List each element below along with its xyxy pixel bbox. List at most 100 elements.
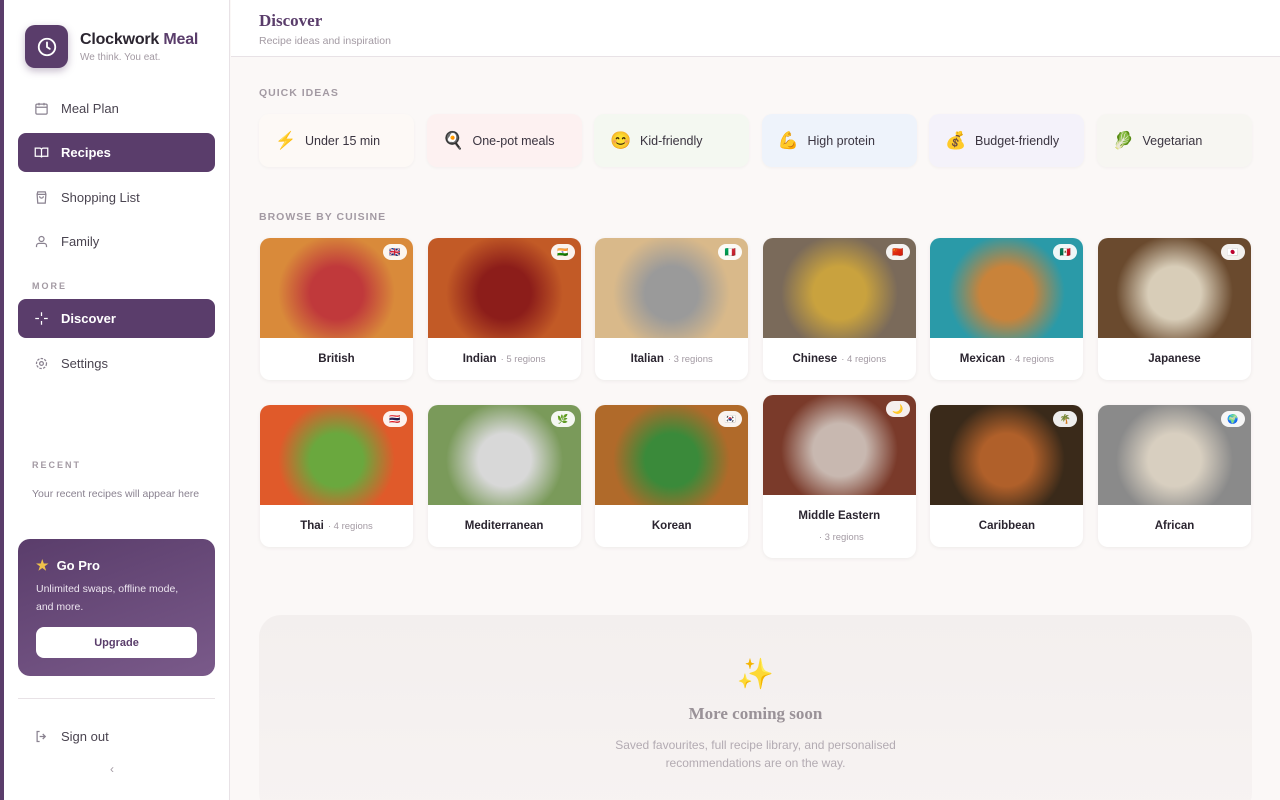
cuisine-image: 🇮🇹 — [595, 238, 749, 338]
cuisine-name: Korean — [651, 520, 692, 532]
cuisine-name: Italian — [630, 353, 664, 365]
flag-icon: 🇨🇳 — [885, 244, 910, 260]
coming-soon-title: More coming soon — [688, 704, 823, 723]
quick-idea-chip[interactable]: ⚡ Under 15 min — [259, 114, 414, 167]
quick-idea-label: Vegetarian — [1142, 133, 1203, 148]
quick-idea-label: High protein — [807, 133, 875, 148]
cuisine-image: 🇮🇳 — [427, 238, 581, 338]
shopping-bag-icon — [33, 190, 49, 206]
quick-idea-label: One-pot meals — [472, 133, 555, 148]
flag-icon: 🌍 — [1221, 411, 1245, 427]
flag-icon: 🇰🇷 — [718, 411, 743, 427]
sidebar-item-settings[interactable]: Settings — [18, 344, 215, 383]
cuisine-name: Middle Eastern — [798, 509, 881, 522]
upgrade-button[interactable]: Upgrade — [36, 627, 197, 658]
quick-idea-chip[interactable]: 🥬 Vegetarian — [1096, 114, 1252, 167]
brand[interactable]: Clockwork Meal We think. You eat. — [25, 25, 198, 68]
cuisine-region-count: · 4 regions — [841, 353, 887, 365]
cuisine-region-count: · 5 regions — [500, 353, 546, 365]
cuisine-image: 🌍 — [1098, 405, 1251, 505]
sidebar-item-label: Shopping List — [61, 190, 140, 205]
collapse-sidebar-button[interactable]: ‹ — [110, 762, 114, 776]
quick-idea-chip[interactable]: 💰 Budget-friendly — [929, 114, 1084, 167]
sidebar-item-shopping-list[interactable]: Shopping List — [18, 178, 215, 217]
cuisine-card[interactable]: 🇲🇽 Mexican · 4 regions — [930, 238, 1084, 380]
recent-section-label: RECENT — [32, 460, 82, 470]
cuisine-name: Indian — [462, 353, 497, 365]
cuisine-name: Mediterranean — [464, 520, 544, 532]
cuisine-image: 🇬🇧 — [260, 238, 413, 338]
sidebar-item-recipes[interactable]: Recipes — [18, 133, 215, 172]
sidebar: Clockwork Meal We think. You eat. Meal P… — [4, 0, 230, 800]
sidebar-item-label: Settings — [61, 356, 108, 371]
coming-soon-panel: ✨ More coming soon Saved favourites, ful… — [259, 615, 1252, 800]
cuisine-region-count: · 3 regions — [667, 353, 713, 365]
frying-pan-icon: 🍳 — [442, 130, 464, 150]
flag-icon: 🇯🇵 — [1221, 244, 1245, 260]
flexed-arm-icon: 💪 — [777, 130, 799, 150]
cuisine-card[interactable]: 🇮🇳 Indian · 5 regions — [427, 238, 581, 380]
cuisine-card[interactable]: 🇯🇵 Japanese — [1098, 238, 1251, 380]
quick-idea-chip[interactable]: 🍳 One-pot meals — [426, 114, 582, 167]
family-icon — [33, 234, 49, 250]
sidebar-item-discover[interactable]: Discover — [18, 299, 215, 338]
flag-icon: 🌴 — [1053, 411, 1078, 427]
sign-out-icon — [33, 729, 49, 745]
sidebar-divider — [18, 698, 215, 699]
app-tagline: We think. You eat. — [80, 51, 161, 63]
cuisine-card[interactable]: 🌍 African — [1098, 405, 1251, 547]
flag-icon: 🇮🇹 — [718, 244, 743, 260]
flag-icon: 🌿 — [550, 411, 575, 427]
cuisine-image: 🇹🇭 — [260, 405, 413, 505]
go-pro-title: Go Pro — [56, 558, 100, 573]
cuisine-region-count: · 3 regions — [818, 531, 864, 543]
cuisine-image: 🌙 — [762, 395, 916, 495]
sparkle-icon — [33, 311, 49, 327]
cuisine-card[interactable]: 🇮🇹 Italian · 3 regions — [595, 238, 749, 380]
page-title: Discover — [259, 11, 323, 30]
recent-empty-note: Your recent recipes will appear here — [32, 488, 200, 500]
clock-logo-icon — [25, 25, 68, 68]
browse-by-cuisine-label: BROWSE BY CUISINE — [259, 211, 387, 223]
flag-icon: 🇮🇳 — [550, 244, 575, 260]
more-section-label: MORE — [32, 281, 67, 291]
leafy-green-icon: 🥬 — [1112, 130, 1134, 150]
quick-idea-label: Under 15 min — [305, 133, 381, 148]
gear-icon — [33, 356, 49, 372]
go-pro-card: ★ Go Pro Unlimited swaps, offline mode, a… — [18, 539, 215, 676]
go-pro-description: Unlimited swaps, offline mode, and more. — [36, 583, 179, 613]
sidebar-item-label: Meal Plan — [61, 101, 119, 116]
cuisine-card[interactable]: 🇹🇭 Thai · 4 regions — [260, 405, 413, 547]
cuisine-card[interactable]: 🌴 Caribbean — [930, 405, 1084, 547]
smile-icon: 😊 — [610, 130, 632, 150]
cuisine-card[interactable]: 🇨🇳 Chinese · 4 regions — [762, 238, 916, 380]
sidebar-item-family[interactable]: Family — [18, 222, 215, 261]
sidebar-item-meal-plan[interactable]: Meal Plan — [18, 89, 215, 128]
cuisine-image: 🇰🇷 — [595, 405, 749, 505]
cuisine-image: 🇯🇵 — [1098, 238, 1251, 338]
cuisine-card[interactable]: 🌙 Middle Eastern · 3 regions — [762, 395, 916, 558]
cuisine-card[interactable]: 🇰🇷 Korean — [595, 405, 749, 547]
quick-idea-chip[interactable]: 😊 Kid-friendly — [594, 114, 749, 167]
cuisine-image: 🇨🇳 — [762, 238, 916, 338]
star-icon: ★ — [36, 557, 49, 573]
quick-ideas-label: QUICK IDEAS — [259, 87, 339, 99]
money-bag-icon: 💰 — [945, 130, 967, 150]
quick-idea-chip[interactable]: 💪 High protein — [761, 114, 917, 167]
flag-icon: 🇬🇧 — [383, 244, 407, 260]
cuisine-card[interactable]: 🌿 Mediterranean — [427, 405, 581, 547]
cuisine-image: 🇲🇽 — [930, 238, 1084, 338]
cuisine-name: Thai — [300, 520, 324, 532]
flag-icon: 🇹🇭 — [383, 411, 407, 427]
cuisine-card[interactable]: 🇬🇧 British — [260, 238, 413, 380]
cuisine-region-count: · 4 regions — [1009, 353, 1055, 365]
sparkles-icon: ✨ — [736, 658, 775, 691]
sign-out-button[interactable]: Sign out — [18, 717, 215, 756]
coming-soon-description: Saved favourites, full recipe library, a… — [615, 738, 896, 770]
page-subtitle: Recipe ideas and inspiration — [259, 35, 391, 47]
cuisine-region-count: · 4 regions — [327, 520, 373, 532]
cuisine-name: Mexican — [959, 353, 1006, 365]
cuisine-name: Japanese — [1148, 353, 1201, 365]
cuisine-name: Chinese — [792, 353, 838, 365]
cuisine-name: British — [318, 353, 355, 365]
